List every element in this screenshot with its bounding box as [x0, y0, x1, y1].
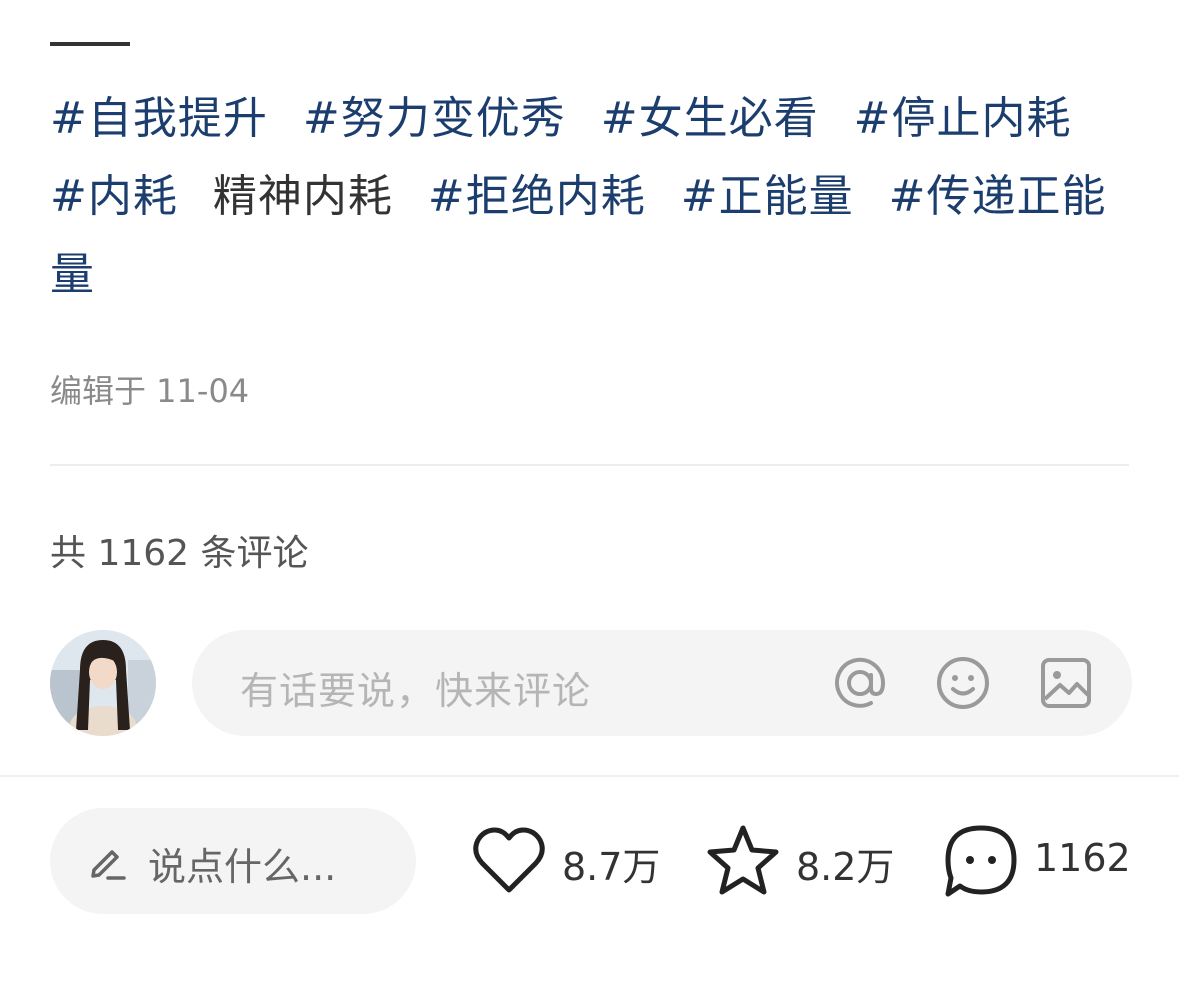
hashtag-link[interactable]: #努力变优秀 [303, 93, 566, 144]
like-button[interactable]: 8.7万 [470, 820, 670, 900]
comment-button[interactable]: 1162 [942, 820, 1142, 900]
avatar-image [50, 630, 156, 736]
comment-count-label: 共 1162 条评论 [50, 533, 309, 574]
edit-timestamp: 编辑于 11-04 [50, 372, 250, 410]
comment-input-placeholder: 有话要说，快来评论 [240, 669, 592, 713]
collect-count: 8.2万 [796, 845, 895, 889]
section-divider [50, 464, 1129, 466]
star-icon [707, 825, 779, 895]
emoji-icon[interactable] [935, 655, 991, 711]
comment-bubble-icon [945, 825, 1017, 897]
hashtag-link[interactable]: #停止内耗 [854, 93, 1072, 144]
plain-tag-text: 精神内耗 [212, 171, 393, 222]
hashtag-link[interactable]: #内耗 [50, 171, 178, 222]
hashtag-link[interactable]: #自我提升 [50, 93, 268, 144]
hashtag-link[interactable]: #正能量 [681, 171, 854, 222]
comment-total-count: 1162 [1034, 836, 1131, 880]
comment-input[interactable]: 有话要说，快来评论 [192, 630, 1132, 736]
collect-button[interactable]: 8.2万 [704, 820, 914, 900]
at-icon[interactable] [832, 655, 888, 711]
say-something-label: 说点什么... [148, 845, 337, 889]
hashtag-link[interactable]: #拒绝内耗 [428, 171, 646, 222]
hashtag-link[interactable]: #女生必看 [601, 93, 819, 144]
pencil-icon [91, 850, 126, 880]
avatar[interactable] [50, 630, 156, 736]
bottom-bar-divider [0, 775, 1179, 777]
like-count: 8.7万 [562, 845, 661, 889]
heart-icon [473, 827, 545, 893]
hashtag-list: #自我提升 #努力变优秀 #女生必看 #停止内耗 #内耗 精神内耗 #拒绝内耗 … [50, 80, 1130, 314]
image-icon[interactable] [1038, 655, 1094, 711]
top-divider [50, 42, 130, 46]
say-something-button[interactable]: 说点什么... [50, 808, 416, 914]
